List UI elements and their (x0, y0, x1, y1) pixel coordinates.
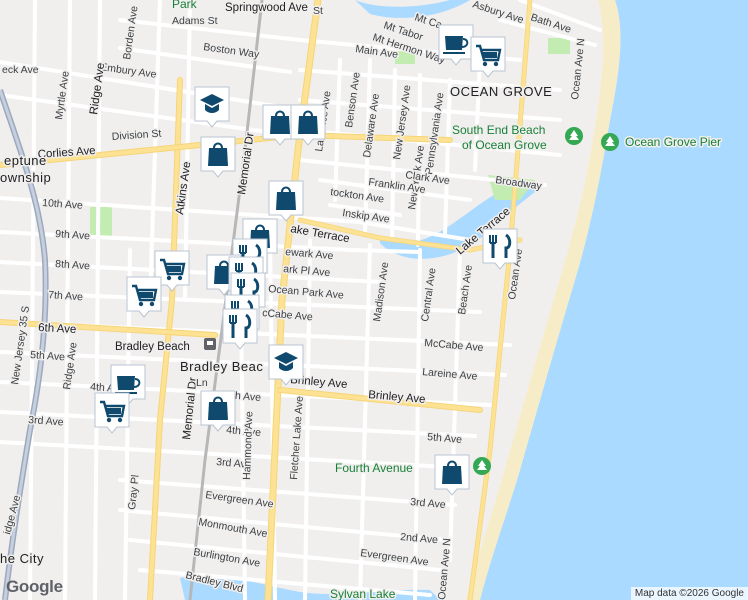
label-8th: 8th Ave (55, 258, 91, 272)
poi-pin-shopping-cart[interactable] (470, 36, 506, 78)
label-6th: 6th Ave (38, 322, 77, 336)
poi-pin-cafe[interactable] (438, 24, 474, 66)
map-attribution: Map data ©2026 Google (630, 587, 748, 600)
google-logo: Google (6, 577, 63, 596)
label-9th: 9th Ave (55, 228, 91, 242)
train-station-icon[interactable] (204, 338, 216, 350)
label-the-city: he City (0, 551, 44, 566)
label-neptune-2: ownship (0, 170, 51, 185)
label-deck: eck Ave (2, 64, 39, 76)
label-5th-w: 5th Ave (30, 349, 66, 363)
label-asbury: Asbury Ave (471, 0, 525, 26)
label-fourth-avenue-beach: Fourth Avenue (335, 461, 413, 475)
poi-pin-school[interactable] (268, 344, 304, 386)
label-lareine: Lareine Ave (422, 366, 478, 383)
label-nj35: New Jersey 35 S (9, 305, 32, 385)
label-bradley-beach-town: Bradley Beac (180, 359, 263, 374)
park-block (90, 207, 112, 237)
label-sylvan-lake: Sylvan Lake (330, 587, 396, 600)
label-ocean-grove: OCEAN GROVE (450, 84, 552, 99)
poi-pin-shopping-bag[interactable] (200, 390, 236, 432)
label-ocean-grove-pier: Ocean Grove Pier (625, 135, 721, 149)
label-bradley-beach-station: Bradley Beach (115, 341, 190, 353)
label-hammond: Hammond Ave (241, 411, 255, 480)
label-gray: Gray Pl (126, 474, 142, 510)
label-delaware: Delaware Ave (361, 93, 382, 159)
label-south-end-beach-2: of Ocean Grove (462, 138, 547, 152)
label-ridge-edge: idge Ave (1, 494, 23, 536)
label-2nd-e: 2nd Ave (400, 531, 439, 546)
label-10th: 10th Ave (42, 197, 84, 212)
poi-pin-shopping-cart[interactable] (126, 276, 162, 318)
park-tree-icon[interactable] (473, 457, 491, 475)
wesley-lake (355, 0, 470, 18)
label-neptune-1: eptune (4, 153, 47, 168)
poi-pin-shopping-bag[interactable] (200, 136, 236, 178)
label-st-fragment: St (313, 5, 323, 17)
map-canvas[interactable]: Park Springwood Ave Adams St Borden Ave … (0, 0, 748, 600)
label-ocean-ave-bottom: Ocean Ave N (436, 538, 453, 600)
poi-pin-shopping-bag[interactable] (434, 454, 470, 496)
label-mccabe-e: McCabe Ave (424, 337, 484, 354)
label-central: Central Ave (419, 267, 438, 322)
label-pennsylvania: Pennsylvania Ave (423, 92, 446, 176)
label-7th: 7th Ave (48, 289, 84, 303)
poi-pin-shopping-cart[interactable] (94, 392, 130, 434)
poi-pin-school[interactable] (194, 86, 230, 128)
label-ln-fragment: Ln (196, 377, 208, 389)
poi-pin-restaurant[interactable] (482, 228, 518, 270)
label-springwood: Springwood Ave (225, 2, 308, 14)
poi-pin-shopping-bag[interactable] (268, 180, 304, 222)
label-boston: Boston Way (203, 41, 261, 61)
park-tree-icon[interactable] (601, 133, 619, 151)
park-block-2 (548, 38, 570, 54)
label-adams: Adams St (172, 15, 218, 27)
label-ridge-bot: Ridge Ave (61, 341, 80, 390)
poi-pin-restaurant[interactable] (222, 308, 258, 350)
poi-pin-shopping-bag[interactable] (290, 104, 326, 146)
park-tree-icon[interactable] (565, 127, 583, 145)
label-3rd-w: 3rd Ave (28, 414, 64, 428)
label-fletcher-lake: Fletcher Lake Ave (288, 396, 306, 481)
label-south-end-beach-1: South End Beach (452, 123, 545, 137)
label-ocean-ave-n: Ocean Ave N (569, 38, 587, 101)
label-park: Park (172, 0, 198, 11)
label-madison: Madison Ave (371, 261, 391, 322)
label-5th-e: 5th Ave (427, 431, 463, 446)
label-benson: Benson Ave (343, 71, 363, 128)
